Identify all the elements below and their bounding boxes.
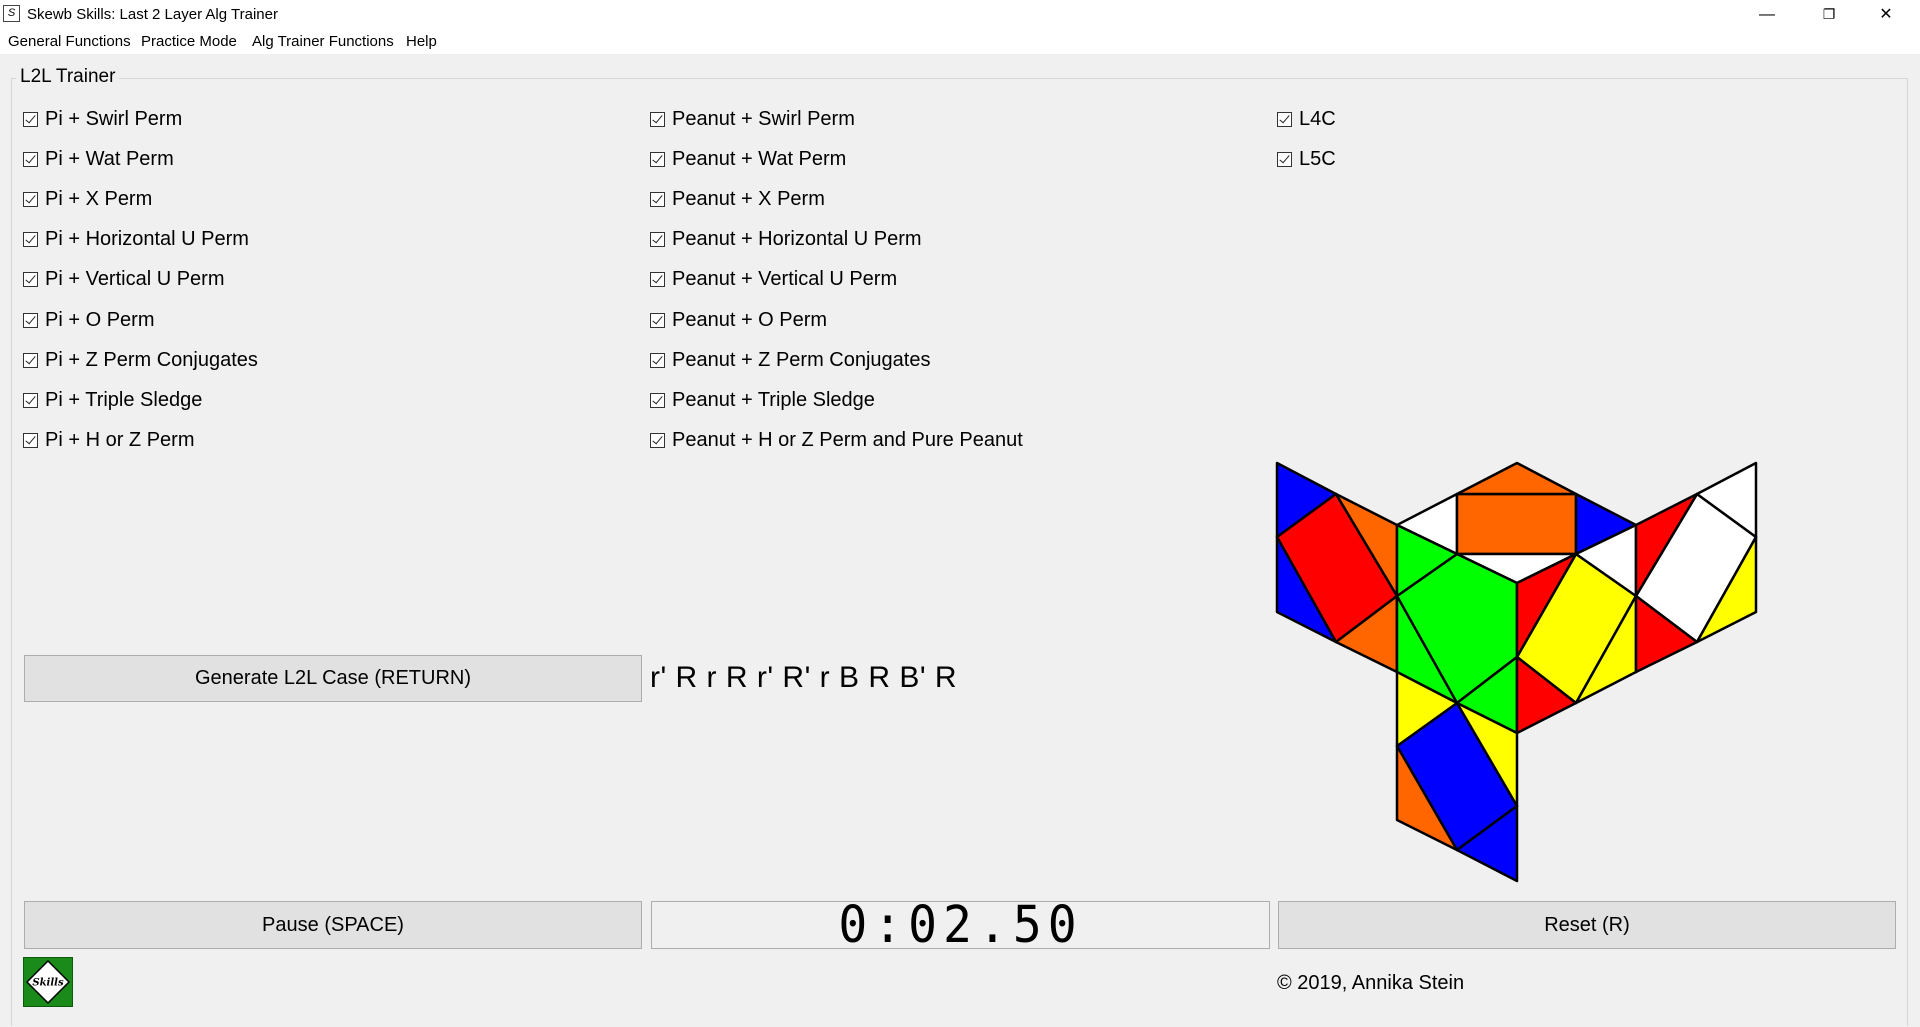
close-button[interactable]: ✕ bbox=[1863, 0, 1909, 29]
checkbox-label: Pi + Z Perm Conjugates bbox=[45, 348, 258, 371]
timer-value: 0:02.50 bbox=[838, 895, 1083, 955]
checkbox-label: Peanut + Vertical U Perm bbox=[672, 267, 898, 290]
checkbox-checked-icon[interactable] bbox=[650, 271, 665, 287]
checkbox-peanut-wat-perm[interactable]: Peanut + Wat Perm bbox=[650, 146, 846, 172]
sticker-top-center bbox=[1455, 492, 1578, 556]
checkbox-pi-horizontal-u-perm[interactable]: Pi + Horizontal U Perm bbox=[23, 226, 249, 252]
checkbox-checked-icon[interactable] bbox=[1277, 111, 1292, 127]
checkbox-label: Peanut + X Perm bbox=[672, 187, 825, 210]
pause-button[interactable]: Pause (SPACE) bbox=[24, 901, 642, 949]
checkbox-checked-icon[interactable] bbox=[1277, 151, 1292, 167]
checkbox-label: L4C bbox=[1299, 107, 1336, 130]
checkbox-label: Peanut + O Perm bbox=[672, 308, 828, 331]
checkbox-pi-x-perm[interactable]: Pi + X Perm bbox=[23, 186, 152, 212]
copyright-text: © 2019, Annika Stein bbox=[1277, 972, 1465, 994]
checkbox-l5c[interactable]: L5C bbox=[1277, 146, 1336, 172]
app-icon: S bbox=[3, 5, 20, 22]
checkbox-label: Pi + Swirl Perm bbox=[45, 107, 183, 130]
menu-bar: General Functions Practice Mode Alg Trai… bbox=[0, 29, 1920, 54]
checkbox-label: Pi + Vertical U Perm bbox=[45, 267, 225, 290]
checkbox-checked-icon[interactable] bbox=[650, 231, 665, 247]
checkbox-checked-icon[interactable] bbox=[23, 392, 38, 408]
checkbox-checked-icon[interactable] bbox=[23, 271, 38, 287]
checkbox-label: Peanut + H or Z Perm and Pure Peanut bbox=[672, 428, 1023, 451]
checkbox-pi-swirl-perm[interactable]: Pi + Swirl Perm bbox=[23, 106, 182, 132]
checkbox-label: L5C bbox=[1299, 147, 1336, 170]
checkbox-peanut-vertical-u-perm[interactable]: Peanut + Vertical U Perm bbox=[650, 266, 897, 292]
checkbox-label: Peanut + Triple Sledge bbox=[672, 388, 875, 411]
checkbox-label: Pi + Horizontal U Perm bbox=[45, 227, 249, 250]
minimize-button[interactable]: — bbox=[1744, 0, 1790, 29]
checkbox-pi-wat-perm[interactable]: Pi + Wat Perm bbox=[23, 146, 174, 172]
checkbox-peanut-h-or-z-perm-and-pure-peanut[interactable]: Peanut + H or Z Perm and Pure Peanut bbox=[650, 427, 1023, 453]
skewb-skills-logo: Skills bbox=[23, 957, 73, 1007]
checkbox-pi-h-or-z-perm[interactable]: Pi + H or Z Perm bbox=[23, 427, 194, 453]
checkbox-checked-icon[interactable] bbox=[650, 111, 665, 127]
checkbox-peanut-o-perm[interactable]: Peanut + O Perm bbox=[650, 307, 827, 333]
checkbox-checked-icon[interactable] bbox=[650, 352, 665, 368]
restore-button[interactable]: ❐ bbox=[1806, 0, 1852, 29]
checkbox-checked-icon[interactable] bbox=[23, 432, 38, 448]
checkbox-l4c[interactable]: L4C bbox=[1277, 106, 1336, 132]
checkbox-pi-o-perm[interactable]: Pi + O Perm bbox=[23, 307, 154, 333]
checkbox-checked-icon[interactable] bbox=[23, 231, 38, 247]
checkbox-peanut-swirl-perm[interactable]: Peanut + Swirl Perm bbox=[650, 106, 855, 132]
title-bar: S Skewb Skills: Last 2 Layer Alg Trainer… bbox=[0, 0, 1920, 29]
checkbox-pi-triple-sledge[interactable]: Pi + Triple Sledge bbox=[23, 387, 202, 413]
logo-text: Skills bbox=[32, 978, 64, 989]
checkbox-checked-icon[interactable] bbox=[23, 151, 38, 167]
checkbox-peanut-z-perm-conjugates[interactable]: Peanut + Z Perm Conjugates bbox=[650, 347, 930, 373]
app-window: S Skewb Skills: Last 2 Layer Alg Trainer… bbox=[0, 0, 1920, 1027]
skewb-net-diagram bbox=[1275, 461, 1758, 883]
checkbox-peanut-triple-sledge[interactable]: Peanut + Triple Sledge bbox=[650, 387, 875, 413]
scramble-algorithm: r' R r R r' R' r B R B' R bbox=[650, 661, 958, 694]
checkbox-checked-icon[interactable] bbox=[650, 432, 665, 448]
checkbox-peanut-horizontal-u-perm[interactable]: Peanut + Horizontal U Perm bbox=[650, 226, 922, 252]
checkbox-checked-icon[interactable] bbox=[23, 111, 38, 127]
menu-alg-trainer-functions[interactable]: Alg Trainer Functions bbox=[252, 33, 394, 50]
generate-case-button[interactable]: Generate L2L Case (RETURN) bbox=[24, 655, 642, 702]
checkbox-pi-vertical-u-perm[interactable]: Pi + Vertical U Perm bbox=[23, 266, 225, 292]
logo-diamond-icon: Skills bbox=[25, 959, 71, 1005]
checkbox-label: Peanut + Swirl Perm bbox=[672, 107, 855, 130]
checkbox-peanut-x-perm[interactable]: Peanut + X Perm bbox=[650, 186, 825, 212]
reset-button[interactable]: Reset (R) bbox=[1278, 901, 1896, 949]
checkbox-label: Peanut + Horizontal U Perm bbox=[672, 227, 922, 250]
checkbox-checked-icon[interactable] bbox=[650, 312, 665, 328]
checkbox-label: Pi + X Perm bbox=[45, 187, 153, 210]
checkbox-label: Pi + Triple Sledge bbox=[45, 388, 203, 411]
timer-display: 0:02.50 bbox=[651, 896, 1270, 954]
checkbox-checked-icon[interactable] bbox=[650, 191, 665, 207]
menu-practice-mode[interactable]: Practice Mode bbox=[141, 33, 237, 50]
checkbox-label: Pi + O Perm bbox=[45, 308, 155, 331]
checkbox-label: Pi + H or Z Perm bbox=[45, 428, 195, 451]
checkbox-checked-icon[interactable] bbox=[23, 191, 38, 207]
checkbox-checked-icon[interactable] bbox=[23, 352, 38, 368]
group-title: L2L Trainer bbox=[16, 66, 120, 88]
sticker-top-back-corner bbox=[1455, 461, 1578, 496]
window-title: Skewb Skills: Last 2 Layer Alg Trainer bbox=[27, 6, 278, 23]
checkbox-label: Peanut + Wat Perm bbox=[672, 147, 847, 170]
checkbox-checked-icon[interactable] bbox=[650, 151, 665, 167]
checkbox-pi-z-perm-conjugates[interactable]: Pi + Z Perm Conjugates bbox=[23, 347, 258, 373]
menu-general-functions[interactable]: General Functions bbox=[8, 33, 131, 50]
checkbox-label: Pi + Wat Perm bbox=[45, 147, 174, 170]
checkbox-checked-icon[interactable] bbox=[23, 312, 38, 328]
checkbox-label: Peanut + Z Perm Conjugates bbox=[672, 348, 931, 371]
checkbox-checked-icon[interactable] bbox=[650, 392, 665, 408]
menu-help[interactable]: Help bbox=[406, 33, 437, 50]
